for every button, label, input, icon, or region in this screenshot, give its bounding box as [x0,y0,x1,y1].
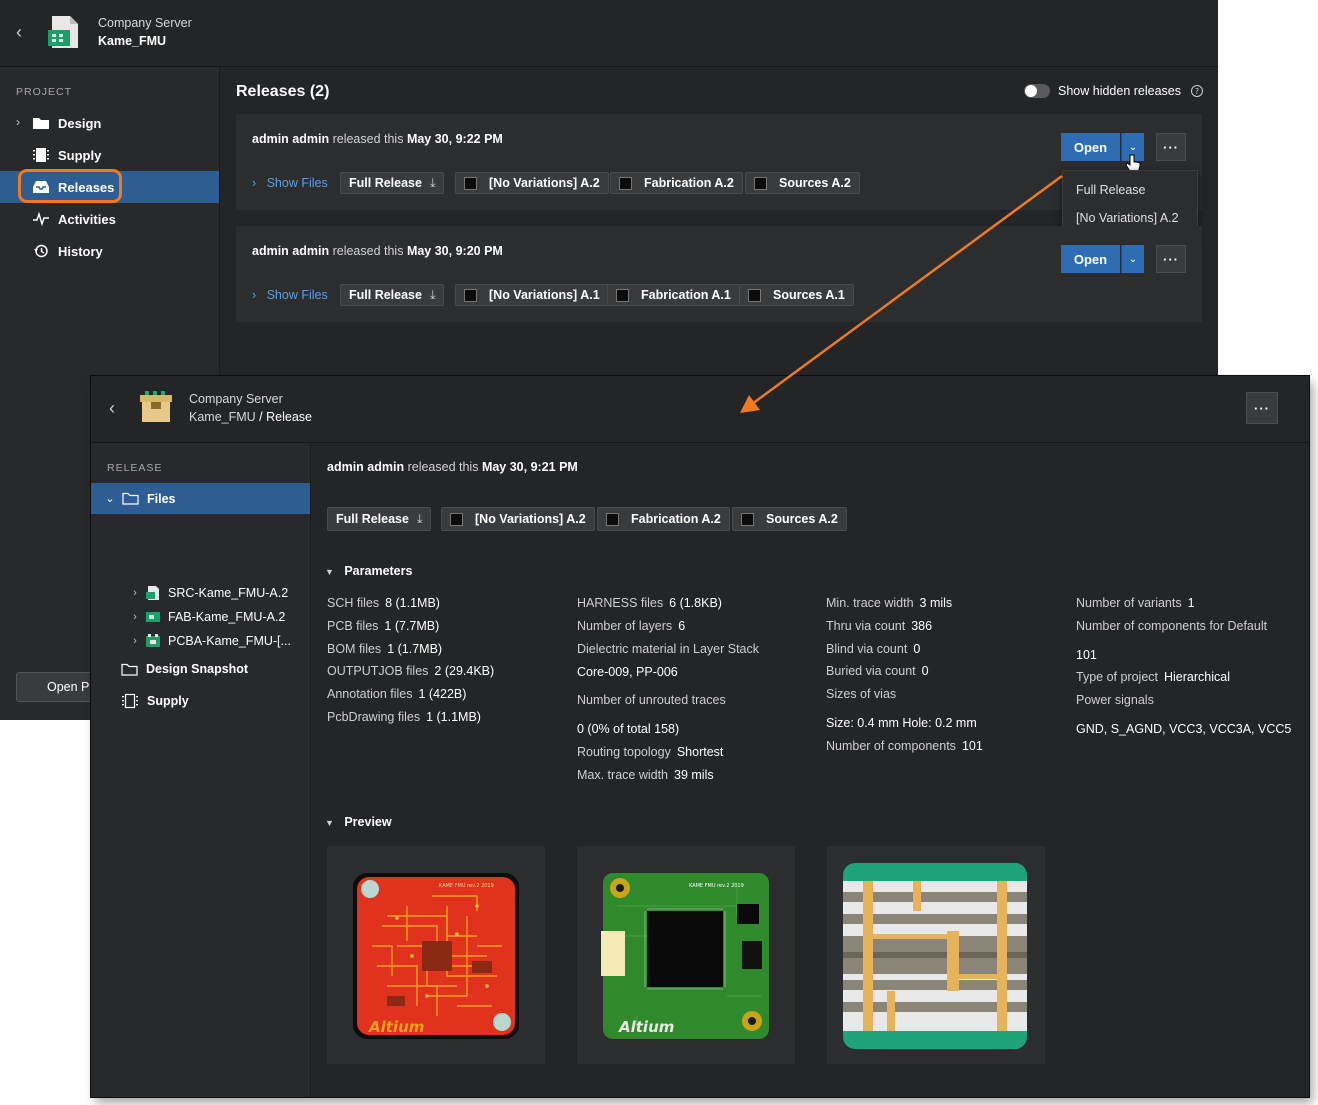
callout-arrow-icon [740,174,1063,413]
